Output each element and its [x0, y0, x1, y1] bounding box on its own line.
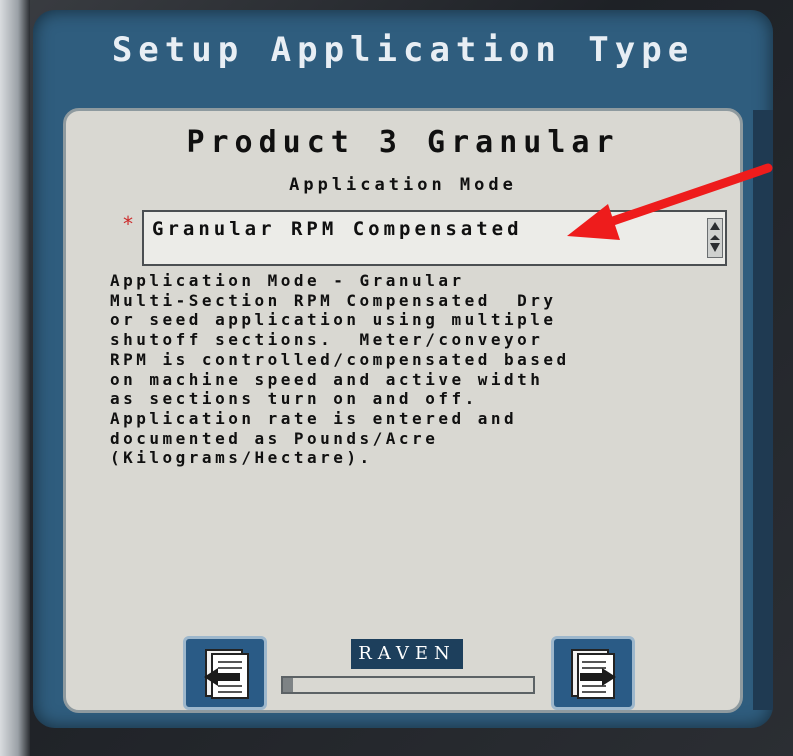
- mode-description: Application Mode - Granular Multi-Sectio…: [110, 271, 570, 468]
- back-page-icon: [204, 649, 249, 699]
- application-mode-label: Application Mode: [289, 175, 517, 195]
- next-button[interactable]: [551, 636, 635, 710]
- display-screen: Setup Application Type Product 3 Granula…: [33, 10, 773, 728]
- bezel-reflection: [0, 0, 30, 756]
- required-marker: *: [122, 212, 135, 236]
- content-panel: Product 3 Granular Application Mode * Gr…: [63, 108, 743, 713]
- application-mode-select[interactable]: Granular RPM Compensated: [142, 210, 727, 266]
- back-button[interactable]: [183, 636, 267, 710]
- up-down-spinner-icon[interactable]: [707, 218, 723, 258]
- progress-fill: [283, 678, 293, 692]
- next-page-icon: [571, 649, 616, 699]
- page-title: Setup Application Type: [111, 30, 695, 70]
- product-title: Product 3 Granular: [186, 125, 620, 160]
- application-mode-value: Granular RPM Compensated: [152, 218, 523, 240]
- soft-key-strip: [753, 110, 773, 710]
- progress-bar: [281, 676, 535, 694]
- raven-logo: RAVEN: [351, 639, 463, 669]
